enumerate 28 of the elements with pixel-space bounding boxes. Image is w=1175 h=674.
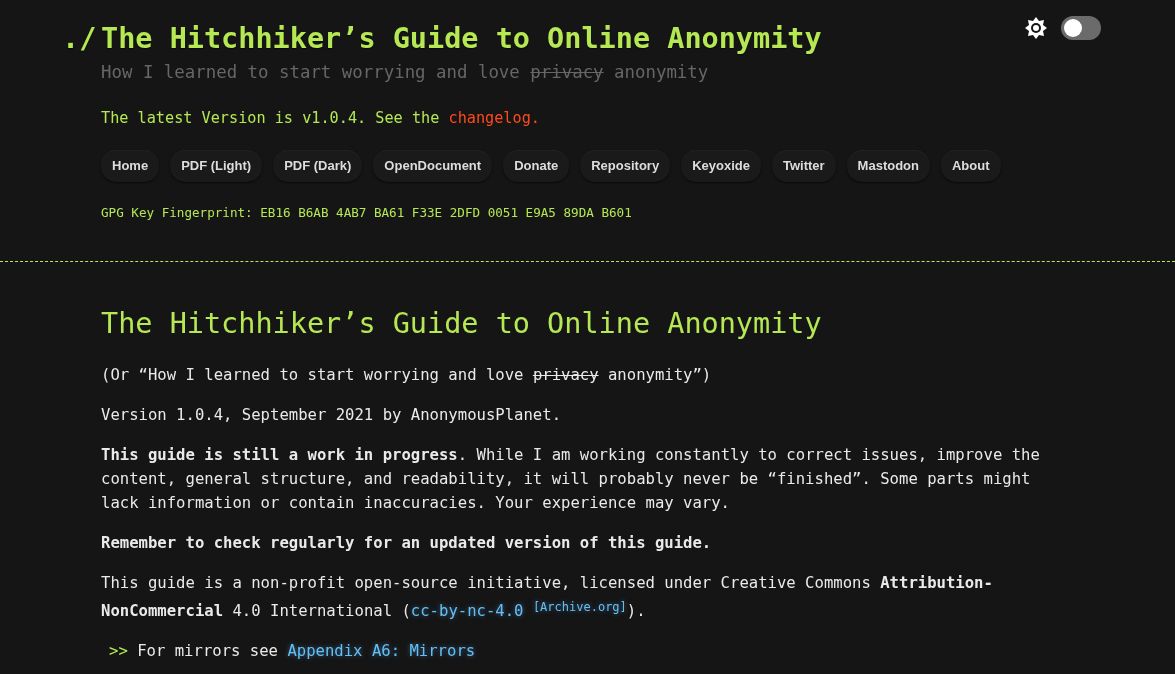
nav-button[interactable]: Donate (503, 150, 570, 182)
archive-link[interactable]: [Archive.org] (532, 600, 627, 615)
paragraph: >> For mirrors see Appendix A6: Mirrors (108, 641, 477, 663)
page-heading: The Hitchhiker’s Guide to Online Anonymity (101, 307, 823, 342)
theme-toggle[interactable] (1061, 16, 1101, 40)
nav-button[interactable]: About (941, 150, 1001, 182)
paragraph: Version 1.0.4, September 2021 by AnonymousPlanet. (101, 405, 563, 427)
prompt-text: ./ (62, 21, 98, 57)
nav-button[interactable]: Home (101, 150, 160, 182)
site-title: The Hitchhiker’s Guide to Online Anonymity (101, 21, 822, 58)
paragraph: This guide is still a work in progress. While I am working constantly to correct issues, improve the content, general structure, and readability, it will probably never be “finished”. Some parts might lack information or contain inaccuracies. Your experience may vary. (101, 445, 1041, 515)
paragraph: (Or “How I learned to start worrying and love privacy anonymity”) (101, 365, 713, 387)
subtitle: How I learned to start worrying and love privacy anonymity (101, 60, 710, 84)
paragraph: Remember to check regularly for an updated version of this guide. (101, 533, 713, 555)
nav-button[interactable]: Twitter (771, 150, 836, 182)
nav-button[interactable]: PDF (Dark) (273, 150, 363, 182)
nav-button[interactable]: PDF (Light) (170, 150, 263, 182)
nav-button[interactable]: OpenDocument (373, 150, 493, 182)
link[interactable]: cc-by-nc-4.0 (410, 602, 524, 621)
gpg-fingerprint: GPG Key Fingerprint: EB16 B6AB 4AB7 BA61 F33E 2DFD 0051 E9A5 89DA B601 (101, 203, 633, 222)
paragraph: This guide is a non-profit open-source initiative, licensed under Creative Commons Attribution-NonCommercial 4.0 International (cc-by-nc-4.0 $^{[Archive.org]}$). (101, 573, 994, 623)
link[interactable]: Appendix A6: Mirrors (287, 642, 476, 661)
brightness-icon (1025, 17, 1047, 39)
nav-button[interactable]: Keyoxide (681, 150, 761, 182)
link[interactable]: changelog. (448, 109, 540, 128)
nav-button[interactable]: Repository (580, 150, 671, 182)
version-notice: The latest Version is v1.0.4. See the changelog. (101, 108, 541, 130)
nav-button[interactable]: Mastodon (846, 150, 930, 182)
